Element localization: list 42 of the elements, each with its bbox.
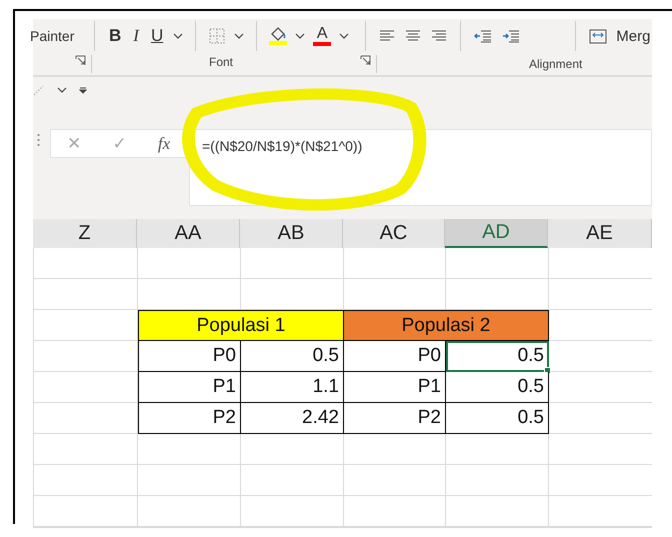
decrease-indent-icon[interactable] [474, 30, 492, 42]
increase-indent-icon[interactable] [502, 30, 520, 42]
table-cell[interactable]: 2.42 [241, 403, 344, 434]
table-cell[interactable]: 1.1 [241, 372, 344, 403]
caret-icon[interactable] [57, 87, 67, 93]
caret-icon[interactable] [234, 33, 244, 39]
italic-button[interactable]: I [127, 26, 145, 46]
borders-icon[interactable] [209, 28, 226, 44]
dialog-launcher-icon[interactable] [360, 55, 371, 66]
caret-icon[interactable] [339, 33, 350, 39]
align-right-icon[interactable] [431, 30, 448, 42]
group-label: Alignment [529, 57, 582, 71]
formula-field[interactable]: =((N$20/N$19)*(N$21^0)) [189, 129, 652, 206]
bold-button[interactable]: B [103, 26, 128, 46]
group-label: Font [209, 55, 234, 69]
table-cell[interactable]: P0 [138, 341, 241, 372]
align-left-icon[interactable] [379, 30, 396, 42]
align-center-icon[interactable] [405, 30, 422, 42]
paint-bucket-icon [269, 27, 288, 41]
insert-function-button[interactable]: fx [152, 132, 176, 154]
merge-label[interactable]: Merg [616, 28, 650, 44]
font-color-button[interactable]: A [309, 26, 336, 46]
column-header[interactable]: AD [445, 219, 548, 248]
underline-button[interactable]: U [144, 26, 170, 46]
grip-icon[interactable] [37, 133, 40, 147]
table-header-cell: Populasi 1 [138, 310, 344, 341]
table-cell[interactable]: 0.5 [241, 341, 344, 372]
table-cell[interactable]: 0.5 [446, 403, 549, 434]
table-cell[interactable]: P0 [344, 341, 446, 372]
table-header-cell: Populasi 2 [344, 310, 549, 341]
table-cell[interactable]: 0.5 [446, 372, 549, 403]
table-cell[interactable]: P2 [138, 403, 241, 434]
caret-icon[interactable] [173, 33, 184, 39]
dialog-launcher-icon[interactable] [75, 55, 86, 66]
table-cell[interactable]: P1 [138, 372, 241, 403]
format-painter-label[interactable]: Painter [30, 28, 86, 44]
table-cell[interactable]: P2 [344, 403, 446, 434]
table-cell[interactable]: 0.5 [446, 341, 549, 372]
merge-cells-icon[interactable] [589, 28, 608, 44]
table-cell[interactable]: P1 [344, 372, 446, 403]
customize-icon[interactable] [79, 86, 87, 94]
caret-icon[interactable] [295, 33, 306, 39]
